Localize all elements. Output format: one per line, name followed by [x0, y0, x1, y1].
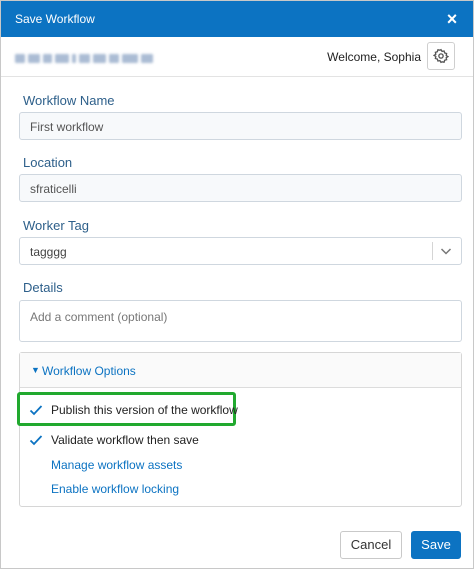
enable-locking-link[interactable]: Enable workflow locking: [51, 482, 179, 496]
gear-icon: [433, 48, 449, 64]
check-icon: [29, 405, 43, 416]
publish-label: Publish this version of the workflow: [51, 403, 238, 417]
location-label: Location: [23, 155, 73, 170]
chevron-down-icon[interactable]: [439, 244, 453, 258]
worker-tag-label: Worker Tag: [23, 218, 89, 233]
manage-assets-link[interactable]: Manage workflow assets: [51, 458, 182, 472]
triangle-down-icon: ▼: [31, 365, 40, 375]
location-input[interactable]: sfraticelli: [19, 174, 462, 202]
publish-checkbox-row[interactable]: Publish this version of the workflow: [29, 401, 238, 419]
dialog-titlebar: Save Workflow ×: [1, 1, 473, 37]
welcome-text: Welcome, Sophia: [327, 50, 421, 64]
blurred-logo: [15, 52, 153, 64]
validate-checkbox[interactable]: [29, 433, 43, 447]
details-label: Details: [23, 280, 63, 295]
select-divider: [432, 242, 433, 260]
details-textarea[interactable]: Add a comment (optional): [19, 300, 462, 342]
dialog-title: Save Workflow: [15, 12, 95, 26]
worker-tag-value: tagggg: [30, 245, 67, 259]
workflow-name-label: Workflow Name: [23, 93, 115, 108]
check-icon: [29, 435, 43, 446]
cancel-button[interactable]: Cancel: [340, 531, 402, 559]
close-icon[interactable]: ×: [441, 8, 463, 30]
publish-checkbox[interactable]: [29, 403, 43, 417]
settings-button[interactable]: [427, 42, 455, 70]
workflow-name-input[interactable]: First workflow: [19, 112, 462, 140]
workflow-options-toggle[interactable]: ▼ Workflow Options: [20, 353, 461, 388]
workflow-options-header: Workflow Options: [42, 364, 136, 378]
save-button[interactable]: Save: [411, 531, 461, 559]
save-workflow-dialog: Save Workflow × Welcome, Sophia Workflow…: [0, 0, 474, 569]
worker-tag-select[interactable]: tagggg: [19, 237, 462, 265]
user-bar: Welcome, Sophia: [1, 37, 473, 77]
validate-checkbox-row[interactable]: Validate workflow then save: [29, 431, 199, 449]
validate-label: Validate workflow then save: [51, 433, 199, 447]
